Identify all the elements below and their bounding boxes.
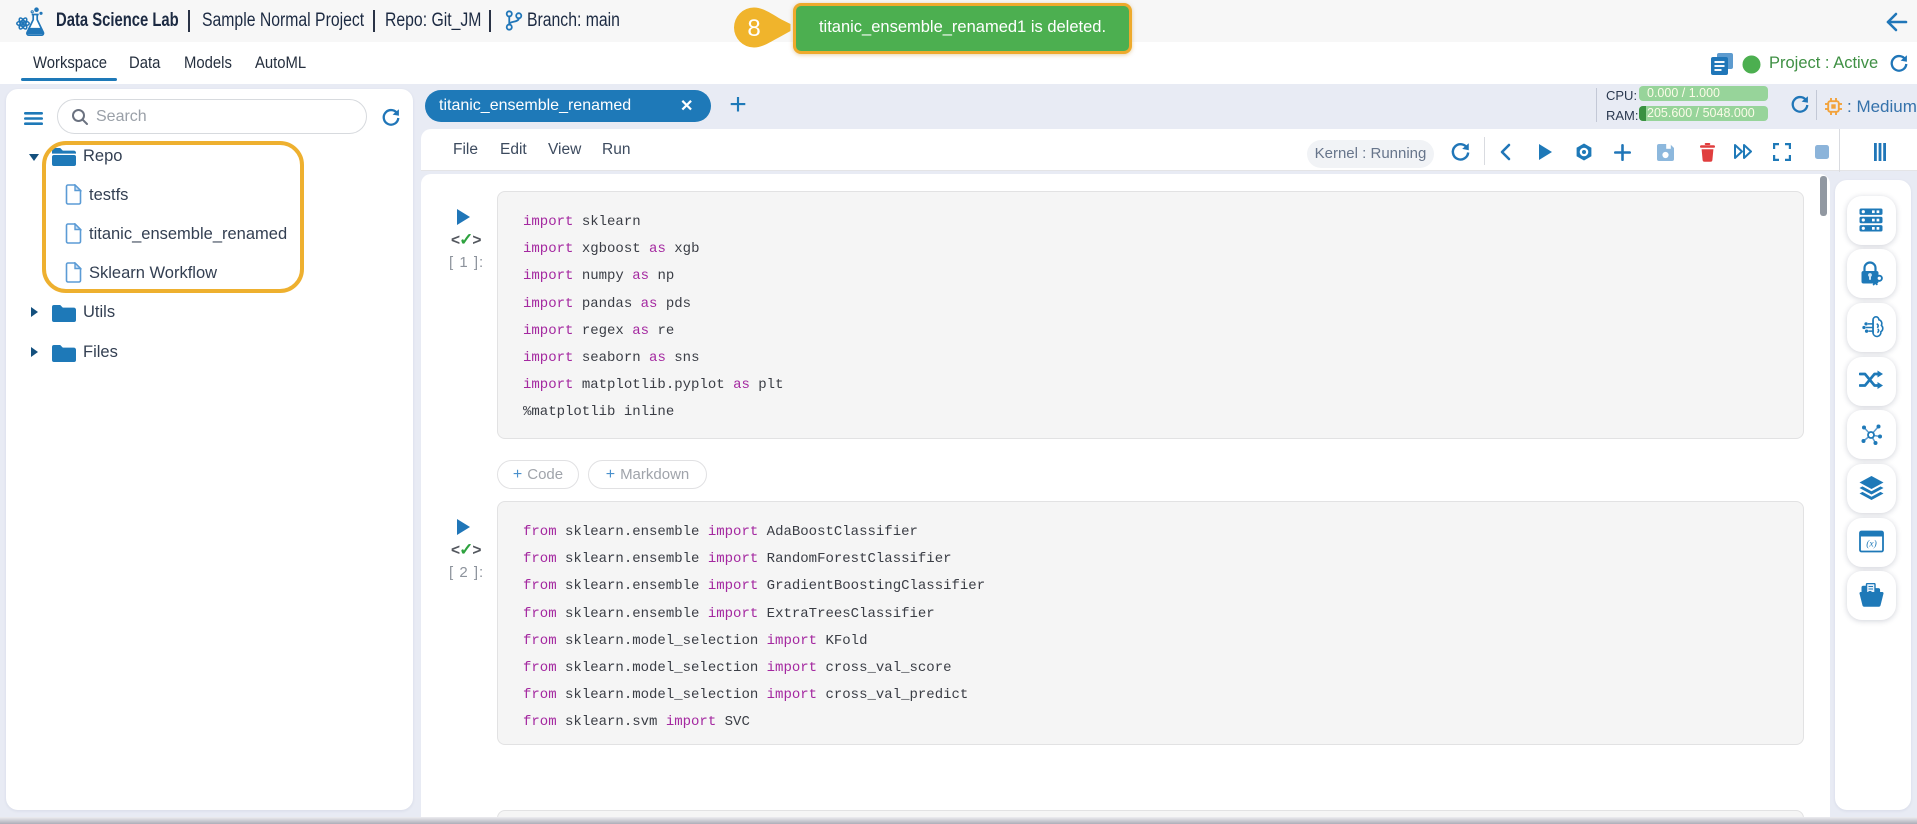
svg-text:8: 8 [747,15,760,42]
svg-text:(x): (x) [1866,539,1877,550]
